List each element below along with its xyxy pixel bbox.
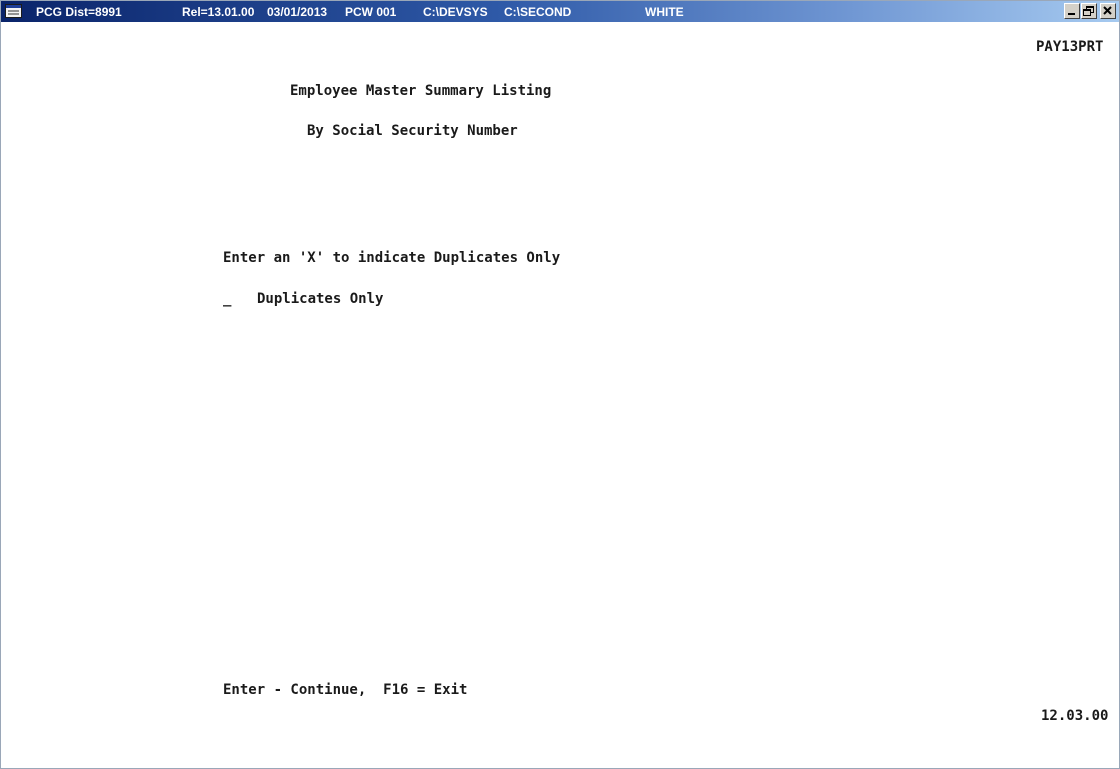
program-id: PAY13PRT bbox=[1036, 39, 1104, 55]
page-subtitle: By Social Security Number bbox=[307, 123, 518, 139]
minimize-icon[interactable] bbox=[1064, 3, 1080, 19]
title-system: PCG Dist=8991 bbox=[36, 5, 122, 19]
title-theme: WHITE bbox=[645, 5, 684, 19]
duplicates-only-label: Duplicates Only bbox=[257, 291, 384, 307]
title-bar[interactable]: PCG Dist=8991 Rel=13.01.00 03/01/2013 PC… bbox=[1, 1, 1119, 22]
duplicates-only-field[interactable] bbox=[223, 291, 235, 307]
restore-icon[interactable] bbox=[1081, 3, 1097, 19]
title-path-second: C:\SECOND bbox=[504, 5, 572, 19]
terminal-window: PCG Dist=8991 Rel=13.01.00 03/01/2013 PC… bbox=[0, 0, 1120, 769]
instruction-text: Enter an 'X' to indicate Duplicates Only bbox=[223, 250, 561, 266]
version-number: 12.03.00 bbox=[1041, 708, 1109, 724]
title-date: 03/01/2013 bbox=[267, 5, 328, 19]
close-icon[interactable] bbox=[1100, 3, 1116, 19]
title-path-devsys: C:\DEVSYS bbox=[423, 5, 488, 19]
function-key-legend: Enter - Continue, F16 = Exit bbox=[223, 682, 468, 698]
title-workstation: PCW 001 bbox=[345, 5, 397, 19]
title-release: Rel=13.01.00 bbox=[182, 5, 255, 19]
page-title: Employee Master Summary Listing bbox=[290, 83, 552, 99]
menu-icon[interactable] bbox=[5, 4, 22, 18]
